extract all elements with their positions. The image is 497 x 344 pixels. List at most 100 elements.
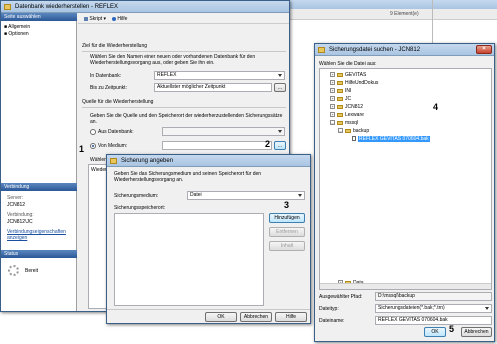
callout-5: 5 [449, 324, 455, 334]
folder-icon [337, 104, 343, 109]
folder-icon [337, 112, 343, 117]
file-dialog-title: Sicherungsdatei suchen - JCN812 [329, 47, 421, 53]
tree-item-ini[interactable]: + INI [330, 88, 351, 95]
folder-icon [337, 72, 343, 77]
folder-icon [337, 80, 343, 85]
medium-label: Sicherungsmedium: [114, 193, 159, 199]
backup-dialog-title: Sicherung angeben [121, 158, 174, 164]
backup-help-button[interactable]: Hilfe [275, 312, 307, 322]
grid-header-restore: Wieder [91, 167, 107, 173]
help-button[interactable]: Hilfe [112, 16, 127, 22]
callout-3: 3 [284, 200, 290, 210]
folder-open-icon [337, 120, 343, 125]
folder-icon [337, 88, 343, 93]
help-icon [112, 16, 116, 21]
sidebar-item-general[interactable]: ■ Allgemein [4, 24, 30, 30]
target-group-title: Ziel für die Wiederherstellung [82, 43, 148, 49]
from-device-radio[interactable] [90, 143, 96, 149]
database-icon [4, 4, 11, 10]
to-point-browse-button[interactable]: ... [274, 83, 286, 92]
expand-icon: + [330, 80, 335, 86]
backup-location-list[interactable] [114, 213, 264, 306]
backup-dialog-titlebar[interactable]: Sicherung angeben [107, 155, 310, 167]
file-ok-button[interactable]: OK [424, 327, 446, 337]
backup-description: Geben Sie das Sicherungsmedium und seine… [114, 171, 262, 183]
sidebar-item-options[interactable]: ■ Optionen [4, 31, 29, 37]
tree-item-jcn812[interactable]: + JCN812 [330, 104, 363, 111]
server-label: Server: [7, 195, 24, 201]
sidebar-header: Seite auswählen [1, 13, 77, 21]
status-header: Status [1, 250, 77, 258]
tree-item-jc[interactable]: + JC [330, 96, 351, 103]
folder-open-icon [345, 128, 351, 133]
tree-item-lexware[interactable]: + Lexware [330, 112, 364, 119]
from-database-select[interactable] [162, 127, 285, 136]
connection-header: Verbindung [1, 183, 77, 191]
source-group-title: Quelle für die Wiederherstellung [82, 99, 154, 105]
from-device-browse-button[interactable]: ... [274, 141, 286, 150]
choose-label: Wählen [90, 157, 107, 163]
from-device-label: Von Medium: [98, 143, 128, 149]
filetype-label: Dateityp: [319, 306, 339, 312]
backup-ok-button[interactable]: OK [205, 312, 237, 322]
folder-title-icon [318, 47, 325, 53]
callout-1: 1 [79, 144, 85, 154]
target-description: Wählen Sie den Namen einer neuen oder vo… [90, 54, 256, 66]
target-group-line [82, 51, 286, 52]
filename-field[interactable]: REFLEX GEVITAS 070604.bak [375, 316, 492, 325]
to-point-field[interactable]: Aktuellster möglicher Zeitpunkt [154, 83, 272, 92]
connection-label: Verbindung: [7, 212, 34, 218]
backup-cancel-button[interactable]: Abbrechen [240, 312, 272, 322]
from-database-radio[interactable] [90, 129, 96, 135]
collapse-icon: – [338, 128, 343, 134]
expand-icon: + [330, 112, 335, 118]
to-database-select[interactable]: REFLEX [154, 71, 285, 80]
selected-path-label: Ausgewählter Pfad: [319, 294, 363, 300]
location-label: Sicherungsspeicherort: [114, 205, 166, 211]
remove-button[interactable]: Entfernen [269, 227, 305, 237]
source-group-line [82, 107, 286, 108]
to-point-label: Bis zu Zeitpunkt: [90, 85, 127, 91]
tree-item-backup[interactable]: – backup [338, 128, 369, 135]
tree-item-selected-file[interactable]: REFLEX GEVITAS 070604.bak [352, 136, 430, 143]
file-icon [352, 136, 356, 142]
server-value: JCN812 [7, 202, 26, 208]
progress-spinner-icon [8, 265, 19, 276]
add-button[interactable]: Hinzufügen [269, 213, 305, 223]
expand-icon: + [330, 72, 335, 78]
file-dialog: Sicherungsdatei suchen - JCN812 × Wählen … [314, 43, 495, 342]
tree-item-mssql[interactable]: – mssql [330, 120, 358, 127]
tree-hscrollbar[interactable] [320, 283, 491, 289]
selected-path-field[interactable]: D:\mssql\backup [375, 292, 492, 301]
tree-item-hilfe[interactable]: + HilfeUndDokus [330, 80, 378, 87]
connection-properties-link[interactable]: Verbindungseigenschaften anzeigen [7, 229, 75, 241]
medium-select[interactable]: Datei [187, 191, 305, 200]
file-dialog-titlebar[interactable]: Sicherungsdatei suchen - JCN812 × [315, 44, 494, 56]
connection-value: JCN812\JC [7, 219, 33, 225]
restore-dialog-titlebar[interactable]: Datenbank wiederherstellen - REFLEX [1, 1, 289, 13]
backup-icon [110, 158, 117, 164]
to-database-label: In Datenbank: [90, 73, 122, 79]
file-tree[interactable]: + GEVITAS + HilfeUndDokus + INI + JC + JCN812… [319, 68, 492, 290]
restore-dialog-title: Datenbank wiederherstellen - REFLEX [15, 4, 119, 10]
source-description: Geben Sie die Quelle und den Speicherort… [90, 113, 283, 125]
from-database-label: Aus Datenbank: [98, 129, 134, 135]
folder-icon [337, 96, 343, 101]
filetype-select[interactable]: Sicherungsdateien(*.bak;*.trn) [375, 304, 492, 313]
from-device-field[interactable] [162, 141, 272, 150]
close-icon[interactable]: × [476, 45, 492, 54]
background-titlebar [290, 0, 497, 9]
expand-icon: + [330, 104, 335, 110]
file-cancel-button[interactable]: Abbrechen [461, 327, 492, 337]
callout-2: 2 [265, 139, 271, 149]
restore-toolbar: Skript ▾ Hilfe [78, 14, 289, 24]
filename-label: Dateiname: [319, 318, 345, 324]
status-value: Bereit [25, 268, 39, 274]
script-button[interactable]: Skript ▾ [84, 16, 106, 22]
tree-item-gevitas[interactable]: + GEVITAS [330, 72, 366, 79]
contents-button[interactable]: Inhalt [269, 241, 305, 251]
callout-4: 4 [433, 102, 439, 112]
background-status-text: 9 Element(e) [390, 11, 419, 17]
restore-sidebar: Seite auswählen ■ Allgemein ■ Optionen V… [1, 13, 77, 311]
backup-dialog: Sicherung angeben Geben Sie das Sicherun… [106, 154, 311, 324]
